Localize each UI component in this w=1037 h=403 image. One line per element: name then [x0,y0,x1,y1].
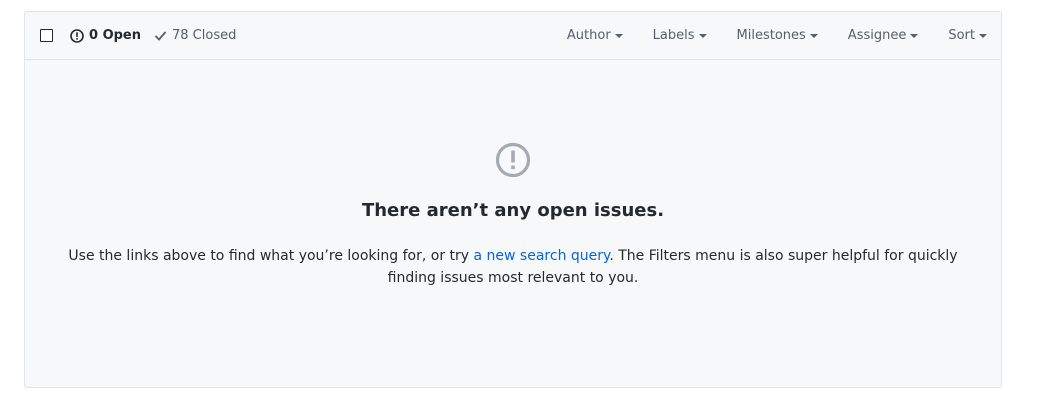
blankslate: There aren’t any open issues. Use the li… [25,60,1001,289]
closed-issues-link[interactable]: 78 Closed [154,28,236,43]
labels-filter[interactable]: Labels [653,28,707,43]
filter-bar: Author Labels Milestones Assignee Sort [567,28,987,43]
open-issues-link[interactable]: 0 Open [70,28,141,43]
issues-list-header: 0 Open 78 Closed Author Labels Milestone… [25,12,1001,60]
filter-label: Milestones [736,28,806,43]
caret-down-icon [979,34,987,38]
filter-label: Assignee [847,28,907,43]
issue-opened-icon [495,142,531,178]
filter-label: Sort [948,28,975,43]
caret-down-icon [809,34,818,38]
assignee-filter[interactable]: Assignee [848,28,919,43]
author-filter[interactable]: Author [567,28,623,43]
filter-label: Labels [652,28,695,43]
sort-filter[interactable]: Sort [948,28,987,43]
caret-down-icon [910,34,919,38]
caret-down-icon [698,34,707,38]
description-text-before: Use the links above to find what you’re … [68,248,474,264]
issues-box: 0 Open 78 Closed Author Labels Milestone… [24,11,1002,388]
blankslate-description: Use the links above to find what you’re … [53,245,973,289]
filter-label: Author [566,28,611,43]
caret-down-icon [614,34,623,38]
new-search-query-link[interactable]: a new search query [474,248,610,264]
blankslate-title: There aren’t any open issues. [361,200,665,221]
open-count-label: 0 Open [89,28,141,43]
closed-count-label: 78 Closed [172,28,237,43]
check-icon [154,31,167,41]
issue-opened-icon [70,28,84,43]
select-all-checkbox[interactable] [40,29,53,42]
milestones-filter[interactable]: Milestones [737,28,818,43]
